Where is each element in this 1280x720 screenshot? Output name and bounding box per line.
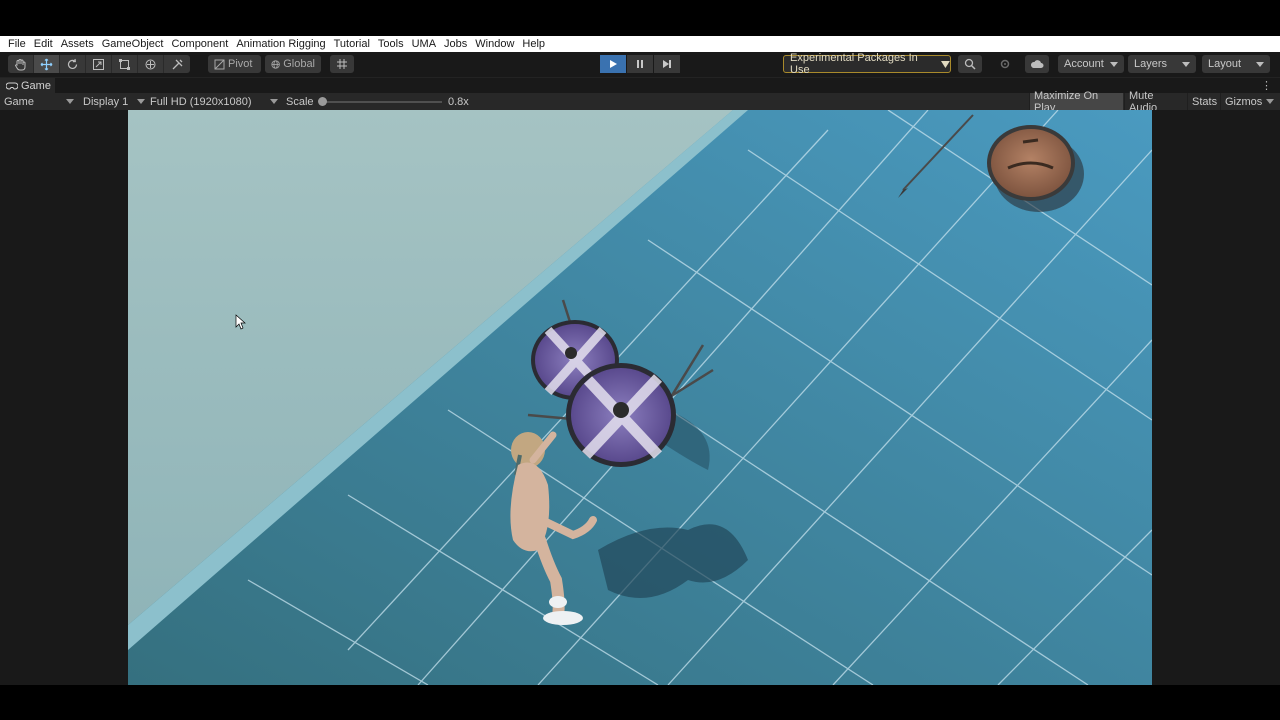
step-button[interactable] — [654, 55, 680, 73]
chevron-down-icon — [66, 99, 74, 104]
pause-button[interactable] — [627, 55, 653, 73]
move-tool-button[interactable] — [34, 55, 60, 73]
menu-bar: File Edit Assets GameObject Component An… — [0, 36, 1280, 52]
resolution-dropdown[interactable]: Full HD (1920x1080) — [150, 94, 278, 109]
move-icon — [40, 58, 53, 70]
experimental-packages-dropdown[interactable]: Experimental Packages In Use — [783, 52, 951, 76]
playmode-controls — [600, 55, 680, 73]
search-icon — [964, 58, 976, 70]
menu-animation-rigging[interactable]: Animation Rigging — [232, 36, 329, 52]
pivot-toggle[interactable]: Pivot — [208, 55, 261, 73]
chevron-down-icon — [137, 99, 145, 104]
main-toolbar: Pivot Global Experimental Packages In Us… — [0, 52, 1280, 77]
scale-value: 0.8x — [448, 95, 469, 108]
purple-shield-front — [566, 363, 676, 467]
pivot-icon — [214, 59, 225, 69]
gizmos-dropdown[interactable]: Gizmos — [1220, 93, 1278, 110]
resolution-label: Full HD (1920x1080) — [150, 95, 252, 108]
globe-icon — [271, 59, 280, 69]
mute-audio-toggle[interactable]: Mute Audio — [1124, 90, 1186, 114]
menu-window[interactable]: Window — [471, 36, 518, 52]
pivot-label: Pivot — [228, 58, 253, 70]
cloud-button[interactable] — [1025, 55, 1049, 73]
layout-dropdown[interactable]: Layout — [1202, 55, 1270, 73]
global-label: Global — [283, 58, 315, 70]
account-dropdown[interactable]: Account — [1058, 55, 1124, 73]
step-icon — [663, 60, 671, 68]
play-button[interactable] — [600, 55, 626, 73]
grid-snap-icon — [337, 59, 347, 69]
chevron-down-icon — [1256, 61, 1264, 67]
stats-label: Stats — [1192, 95, 1218, 108]
experimental-packages-label: Experimental Packages In Use — [790, 52, 918, 76]
scale-slider-track[interactable] — [322, 101, 442, 103]
scene-render — [128, 110, 1152, 685]
hand-tool-button[interactable] — [8, 55, 34, 73]
rect-tool-button[interactable] — [112, 55, 138, 73]
scale-icon — [93, 58, 104, 70]
scale-slider-handle[interactable] — [318, 97, 327, 106]
menu-jobs[interactable]: Jobs — [440, 36, 471, 52]
transform-icon — [145, 59, 156, 69]
collab-button[interactable] — [993, 55, 1017, 73]
gamepad-icon — [6, 82, 18, 90]
scale-label: Scale — [286, 95, 314, 108]
pause-icon — [637, 60, 643, 68]
kebab-menu-icon[interactable]: ⋮ — [1261, 79, 1272, 93]
game-viewport[interactable] — [128, 110, 1152, 685]
custom-tool-button[interactable] — [164, 55, 190, 73]
bottom-letterbox — [0, 685, 1280, 720]
chevron-down-icon — [270, 99, 278, 104]
rotate-tool-button[interactable] — [60, 55, 86, 73]
transform-tool-button[interactable] — [138, 55, 164, 73]
layers-dropdown[interactable]: Layers — [1128, 55, 1196, 73]
rotate-icon — [67, 58, 78, 69]
display-label: Display 1 — [83, 95, 129, 108]
grid-snap-button[interactable] — [330, 55, 354, 73]
chevron-down-icon — [1110, 61, 1118, 67]
transform-tools — [8, 55, 190, 73]
chevron-down-icon — [1182, 61, 1190, 67]
tools-icon — [172, 59, 182, 69]
play-icon — [610, 60, 617, 68]
rect-transform-icon — [119, 58, 130, 70]
account-label: Account — [1064, 58, 1104, 70]
game-mode-dropdown[interactable]: Game — [4, 94, 74, 109]
global-toggle[interactable]: Global — [265, 55, 321, 73]
gear-icon — [1000, 59, 1010, 69]
layout-label: Layout — [1208, 58, 1242, 70]
triangle-down-icon — [941, 60, 950, 68]
scale-tool-button[interactable] — [86, 55, 112, 73]
menu-assets[interactable]: Assets — [57, 36, 98, 52]
menu-file[interactable]: File — [4, 36, 30, 52]
display-dropdown[interactable]: Display 1 — [83, 94, 145, 109]
tab-game[interactable]: Game — [0, 78, 55, 94]
menu-gameobject[interactable]: GameObject — [98, 36, 168, 52]
menu-uma[interactable]: UMA — [408, 36, 440, 52]
stats-toggle[interactable]: Stats — [1187, 93, 1219, 110]
menu-edit[interactable]: Edit — [30, 36, 57, 52]
hand-icon — [14, 58, 26, 70]
menu-tutorial[interactable]: Tutorial — [330, 36, 374, 52]
search-button[interactable] — [958, 55, 982, 73]
layers-label: Layers — [1134, 58, 1168, 70]
game-mode-label: Game — [4, 95, 34, 108]
top-letterbox — [0, 0, 1280, 36]
game-view-controlbar: Game Display 1 Full HD (1920x1080) Scale… — [0, 90, 1280, 114]
menu-help[interactable]: Help — [518, 36, 549, 52]
cloud-icon — [1030, 60, 1044, 68]
menu-tools[interactable]: Tools — [374, 36, 408, 52]
chevron-down-icon — [1266, 99, 1274, 104]
gizmos-label: Gizmos — [1225, 95, 1263, 108]
tab-game-label: Game — [21, 80, 51, 92]
maximize-on-play-toggle[interactable]: Maximize On Play — [1029, 90, 1123, 114]
menu-component[interactable]: Component — [167, 36, 232, 52]
